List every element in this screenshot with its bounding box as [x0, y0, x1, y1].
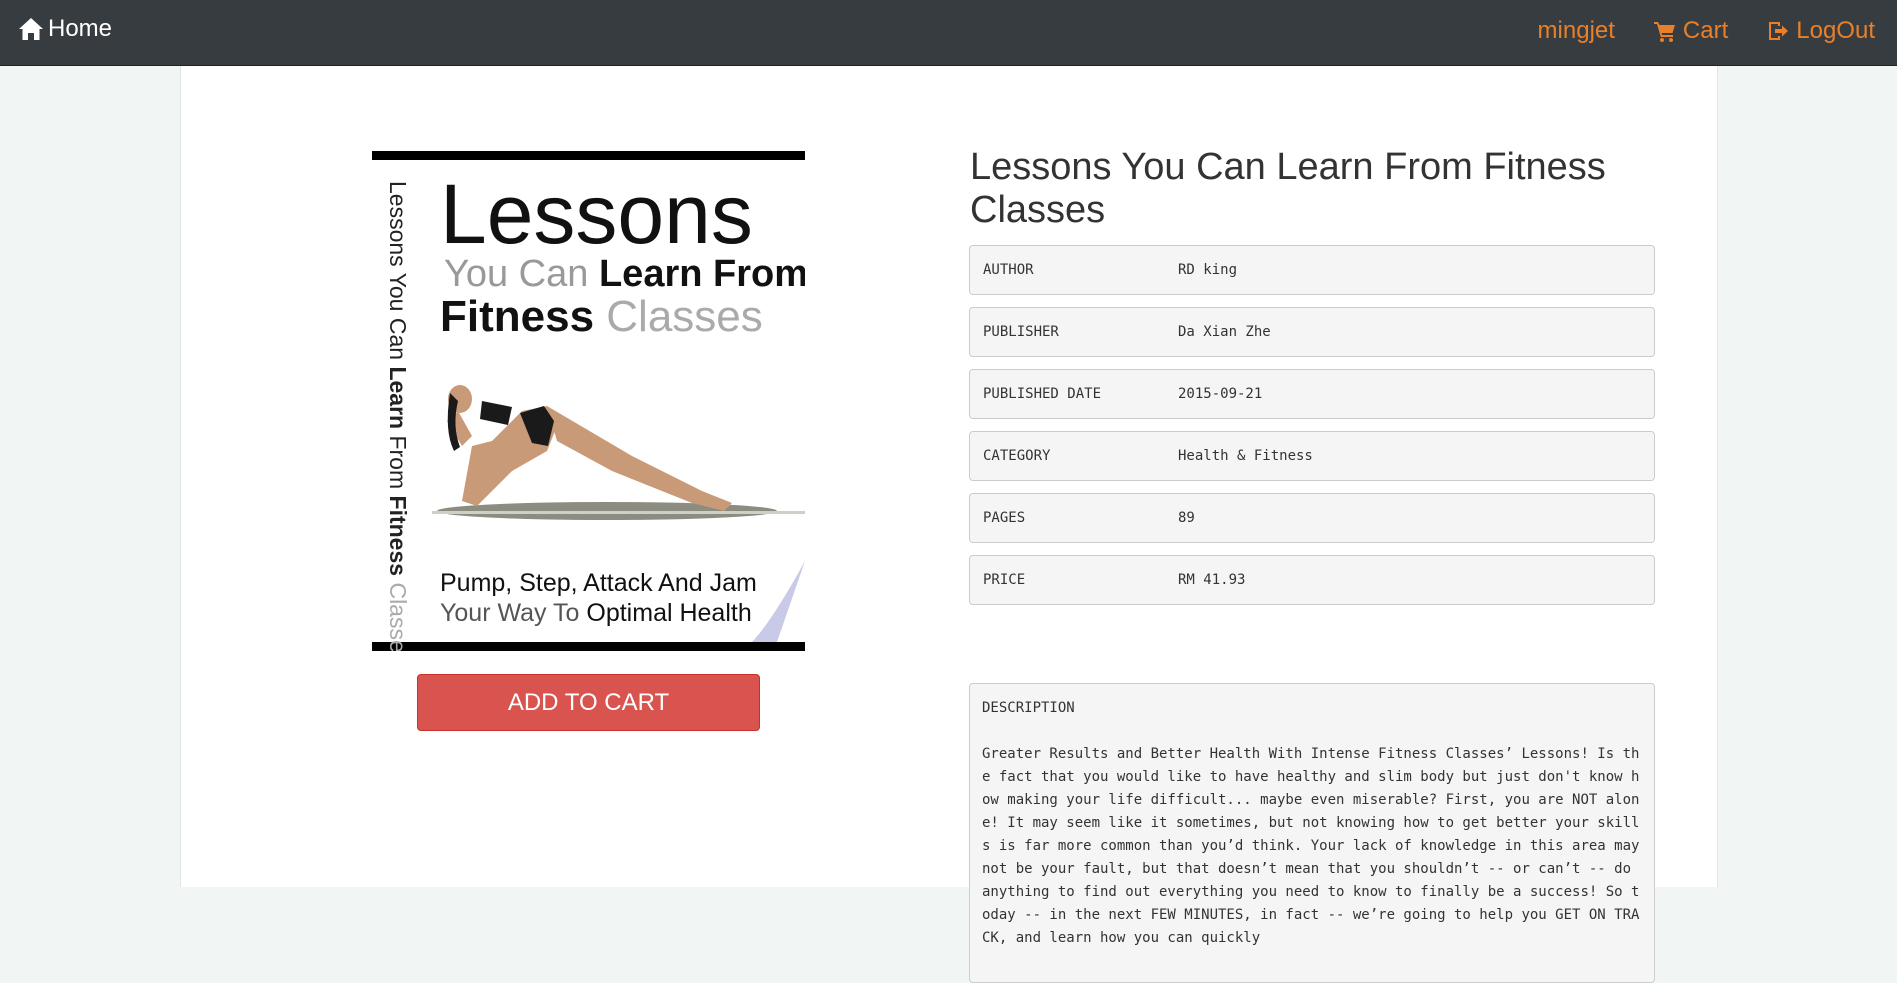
username-link[interactable]: mingjet — [1538, 17, 1615, 45]
svg-text:Lessons: Lessons — [440, 167, 753, 261]
main-container: Lessons You Can Learn From Fitness Class… — [180, 66, 1718, 983]
book-title: Lessons You Can Learn From Fitness Class… — [970, 146, 1606, 231]
publisher-field: PUBLISHER Da Xian Zhe — [969, 307, 1655, 357]
field-label-pages: PAGES — [983, 510, 1026, 526]
field-value-category: Health & Fitness — [1178, 448, 1313, 464]
field-value-price: RM 41.93 — [1178, 572, 1246, 588]
logout-label: LogOut — [1796, 17, 1875, 44]
logout-icon — [1769, 22, 1789, 40]
svg-text:Your Way To Opti: Your Way To Optimal Health — [440, 599, 752, 627]
field-label-author: AUTHOR — [983, 262, 1034, 278]
cart-label: Cart — [1682, 17, 1729, 44]
book-cover-image: Lessons You Can Learn From Fitness Class… — [372, 151, 805, 651]
published-date-field: PUBLISHED DATE 2015-09-21 — [969, 369, 1655, 419]
field-value-published-date: 2015-09-21 — [1178, 386, 1263, 402]
cart-link[interactable]: Cart — [1653, 17, 1728, 45]
svg-text:You Can Learn Fr: You Can Learn From — [444, 253, 805, 295]
field-value-publisher: Da Xian Zhe — [1178, 324, 1271, 340]
field-label-published-date: PUBLISHED DATE — [983, 386, 1102, 402]
field-label-category: CATEGORY — [983, 448, 1051, 464]
category-field: CATEGORY Health & Fitness — [969, 431, 1655, 481]
logout-link[interactable]: LogOut — [1766, 17, 1875, 45]
add-to-cart-button[interactable]: ADD TO CART — [417, 674, 760, 731]
field-value-author: RD king — [1178, 262, 1238, 278]
home-label: Home — [48, 15, 113, 42]
username-label: mingjet — [1537, 17, 1615, 44]
author-field: AUTHOR RD king — [969, 245, 1655, 295]
home-link[interactable]: Home — [18, 15, 112, 43]
nav-right-group: mingjet Cart LogOut — [1500, 17, 1875, 45]
pages-field: PAGES 89 — [969, 493, 1655, 543]
svg-text:Lessons You Can: Lessons You Can Learn From Fitness Class… — [385, 181, 411, 651]
svg-text:Fitness Classes: Fitness Classes — [440, 292, 763, 341]
home-icon — [19, 18, 43, 40]
top-navbar: Home mingjet Cart LogOut — [0, 0, 1897, 66]
field-label-price: PRICE — [983, 572, 1026, 588]
svg-text:Pump, Step, Attack And Jam: Pump, Step, Attack And Jam — [440, 569, 757, 597]
description-label: DESCRIPTION — [982, 700, 1075, 716]
field-value-pages: 89 — [1178, 510, 1195, 526]
price-field: PRICE RM 41.93 — [969, 555, 1655, 605]
cart-icon — [1653, 22, 1675, 42]
field-label-publisher: PUBLISHER — [983, 324, 1059, 340]
description-panel: DESCRIPTION Greater Results and Better H… — [969, 683, 1655, 983]
description-text: Greater Results and Better Health With I… — [982, 746, 1640, 946]
